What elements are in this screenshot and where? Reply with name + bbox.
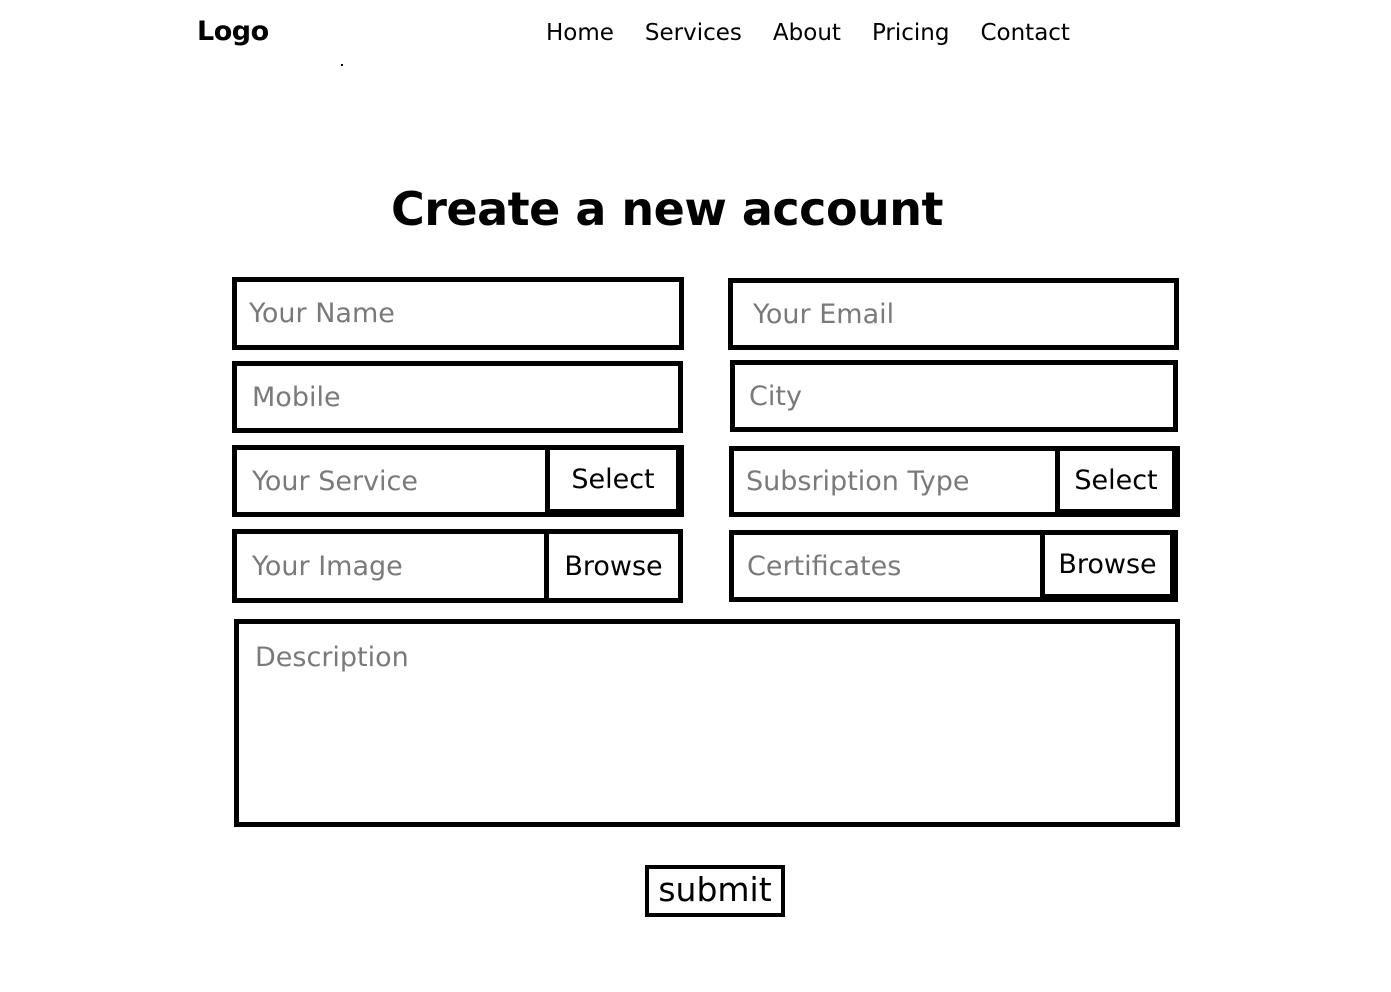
certificates-browse-button[interactable]: Browse: [1040, 535, 1173, 597]
city-placeholder: City: [749, 380, 802, 412]
email-field[interactable]: Your Email: [728, 278, 1179, 350]
submit-button[interactable]: submit: [645, 865, 785, 917]
city-field[interactable]: City: [730, 360, 1178, 432]
image-browse-button[interactable]: Browse: [544, 534, 678, 598]
logo[interactable]: Logo: [197, 16, 269, 47]
service-placeholder: Your Service: [252, 465, 419, 497]
service-select-button[interactable]: Select: [545, 450, 679, 512]
certificates-upload-field[interactable]: Certificates Browse: [729, 530, 1178, 602]
certificates-placeholder: Certificates: [747, 550, 902, 582]
nav-services-link[interactable]: Services: [645, 20, 742, 46]
nav-contact-link[interactable]: Contact: [980, 20, 1069, 46]
service-select-field[interactable]: Your Service Select: [232, 445, 684, 517]
email-placeholder: Your Email: [753, 298, 895, 330]
subscription-select-button[interactable]: Select: [1055, 451, 1175, 512]
mobile-placeholder: Mobile: [252, 381, 341, 413]
description-textarea[interactable]: Description: [234, 619, 1180, 827]
description-placeholder: Description: [255, 642, 409, 673]
image-placeholder: Your Image: [252, 550, 403, 582]
image-upload-field[interactable]: Your Image Browse: [232, 529, 683, 603]
subscription-placeholder: Subsription Type: [746, 466, 970, 497]
name-placeholder: Your Name: [249, 298, 395, 329]
nav-about-link[interactable]: About: [773, 20, 841, 46]
mobile-field[interactable]: Mobile: [232, 361, 683, 433]
nav-pricing-link[interactable]: Pricing: [872, 20, 950, 46]
name-field[interactable]: Your Name: [232, 277, 684, 350]
page-title: Create a new account: [390, 182, 944, 236]
logo-underline-mark: [341, 64, 343, 66]
nav-home-link[interactable]: Home: [546, 20, 614, 46]
subscription-select-field[interactable]: Subsription Type Select: [729, 446, 1180, 517]
main-nav: Home Services About Pricing Contact: [546, 20, 1070, 46]
